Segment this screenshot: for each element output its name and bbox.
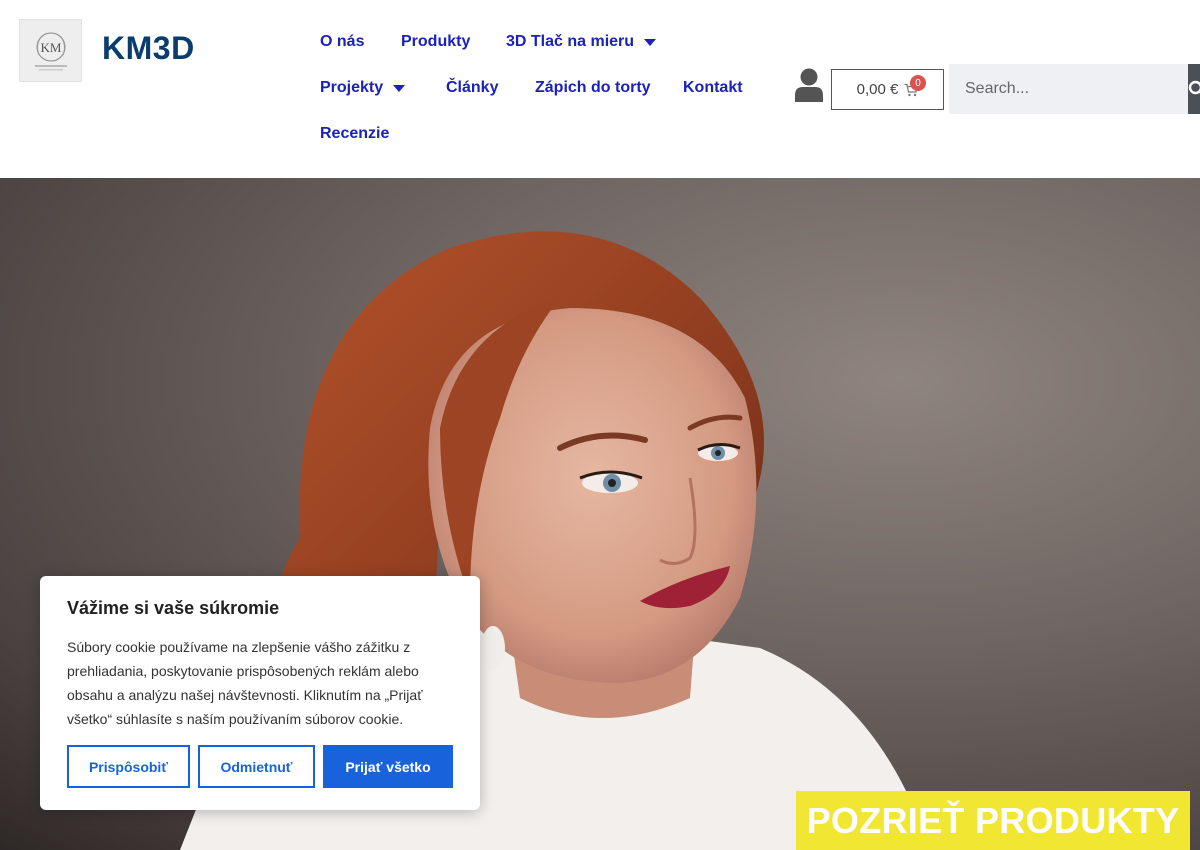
cookie-text: Súbory cookie používame na zlepšenie váš… — [67, 639, 423, 727]
nav-label: Kontakt — [683, 79, 743, 96]
chevron-down-icon — [644, 38, 657, 46]
logo-emblem-icon: KM — [34, 32, 67, 70]
nav-label: O nás — [320, 33, 365, 50]
site-header: KM KM3D O nás Produkty 3D Tlač na mieru … — [0, 0, 1200, 178]
reject-button[interactable]: Odmietnuť — [198, 745, 315, 788]
view-products-button[interactable]: POZRIEŤ PRODUKTY — [796, 791, 1190, 850]
search-button[interactable] — [1188, 64, 1200, 114]
nav-item-clanky[interactable]: Články — [446, 79, 498, 97]
nav-item-3d-tlac[interactable]: 3D Tlač na mieru — [506, 33, 657, 51]
cart-button[interactable]: 0,00 € — [831, 69, 944, 110]
cookie-consent-dialog: Vážime si vaše súkromie Súbory cookie po… — [40, 576, 480, 810]
svg-text:KM: KM — [40, 40, 61, 55]
user-account-icon[interactable] — [793, 68, 825, 102]
search-input[interactable] — [949, 64, 1188, 114]
brand-name[interactable]: KM3D — [102, 30, 195, 67]
nav-label: Produkty — [401, 33, 471, 50]
site-logo[interactable]: KM — [19, 19, 82, 82]
cookie-buttons: Prispôsobiť Odmietnuť Prijať všetko — [67, 745, 453, 788]
nav-item-recenzie[interactable]: Recenzie — [320, 125, 389, 143]
nav-item-kontakt[interactable]: Kontakt — [683, 79, 743, 97]
nav-label: Projekty — [320, 79, 384, 96]
nav-item-produkty[interactable]: Produkty — [401, 33, 470, 51]
nav-label: 3D Tlač na mieru — [506, 33, 635, 50]
nav-label: Zápich do torty — [535, 79, 651, 96]
cookie-title: Vážime si vaše súkromie — [67, 598, 280, 618]
nav-item-o-nas[interactable]: O nás — [320, 33, 364, 51]
nav-item-projekty[interactable]: Projekty — [320, 79, 406, 97]
chevron-down-icon — [393, 84, 406, 92]
nav-label: Články — [446, 79, 499, 96]
nav-item-zapich[interactable]: Zápich do torty — [535, 79, 651, 97]
nav-label: Recenzie — [320, 125, 390, 142]
cart-total: 0,00 € — [856, 81, 899, 98]
search-icon — [1188, 80, 1200, 95]
cart-count-badge: 0 — [910, 75, 926, 91]
customize-button[interactable]: Prispôsobiť — [67, 745, 190, 788]
accept-all-button[interactable]: Prijať všetko — [323, 745, 453, 788]
search-form — [949, 64, 1200, 114]
